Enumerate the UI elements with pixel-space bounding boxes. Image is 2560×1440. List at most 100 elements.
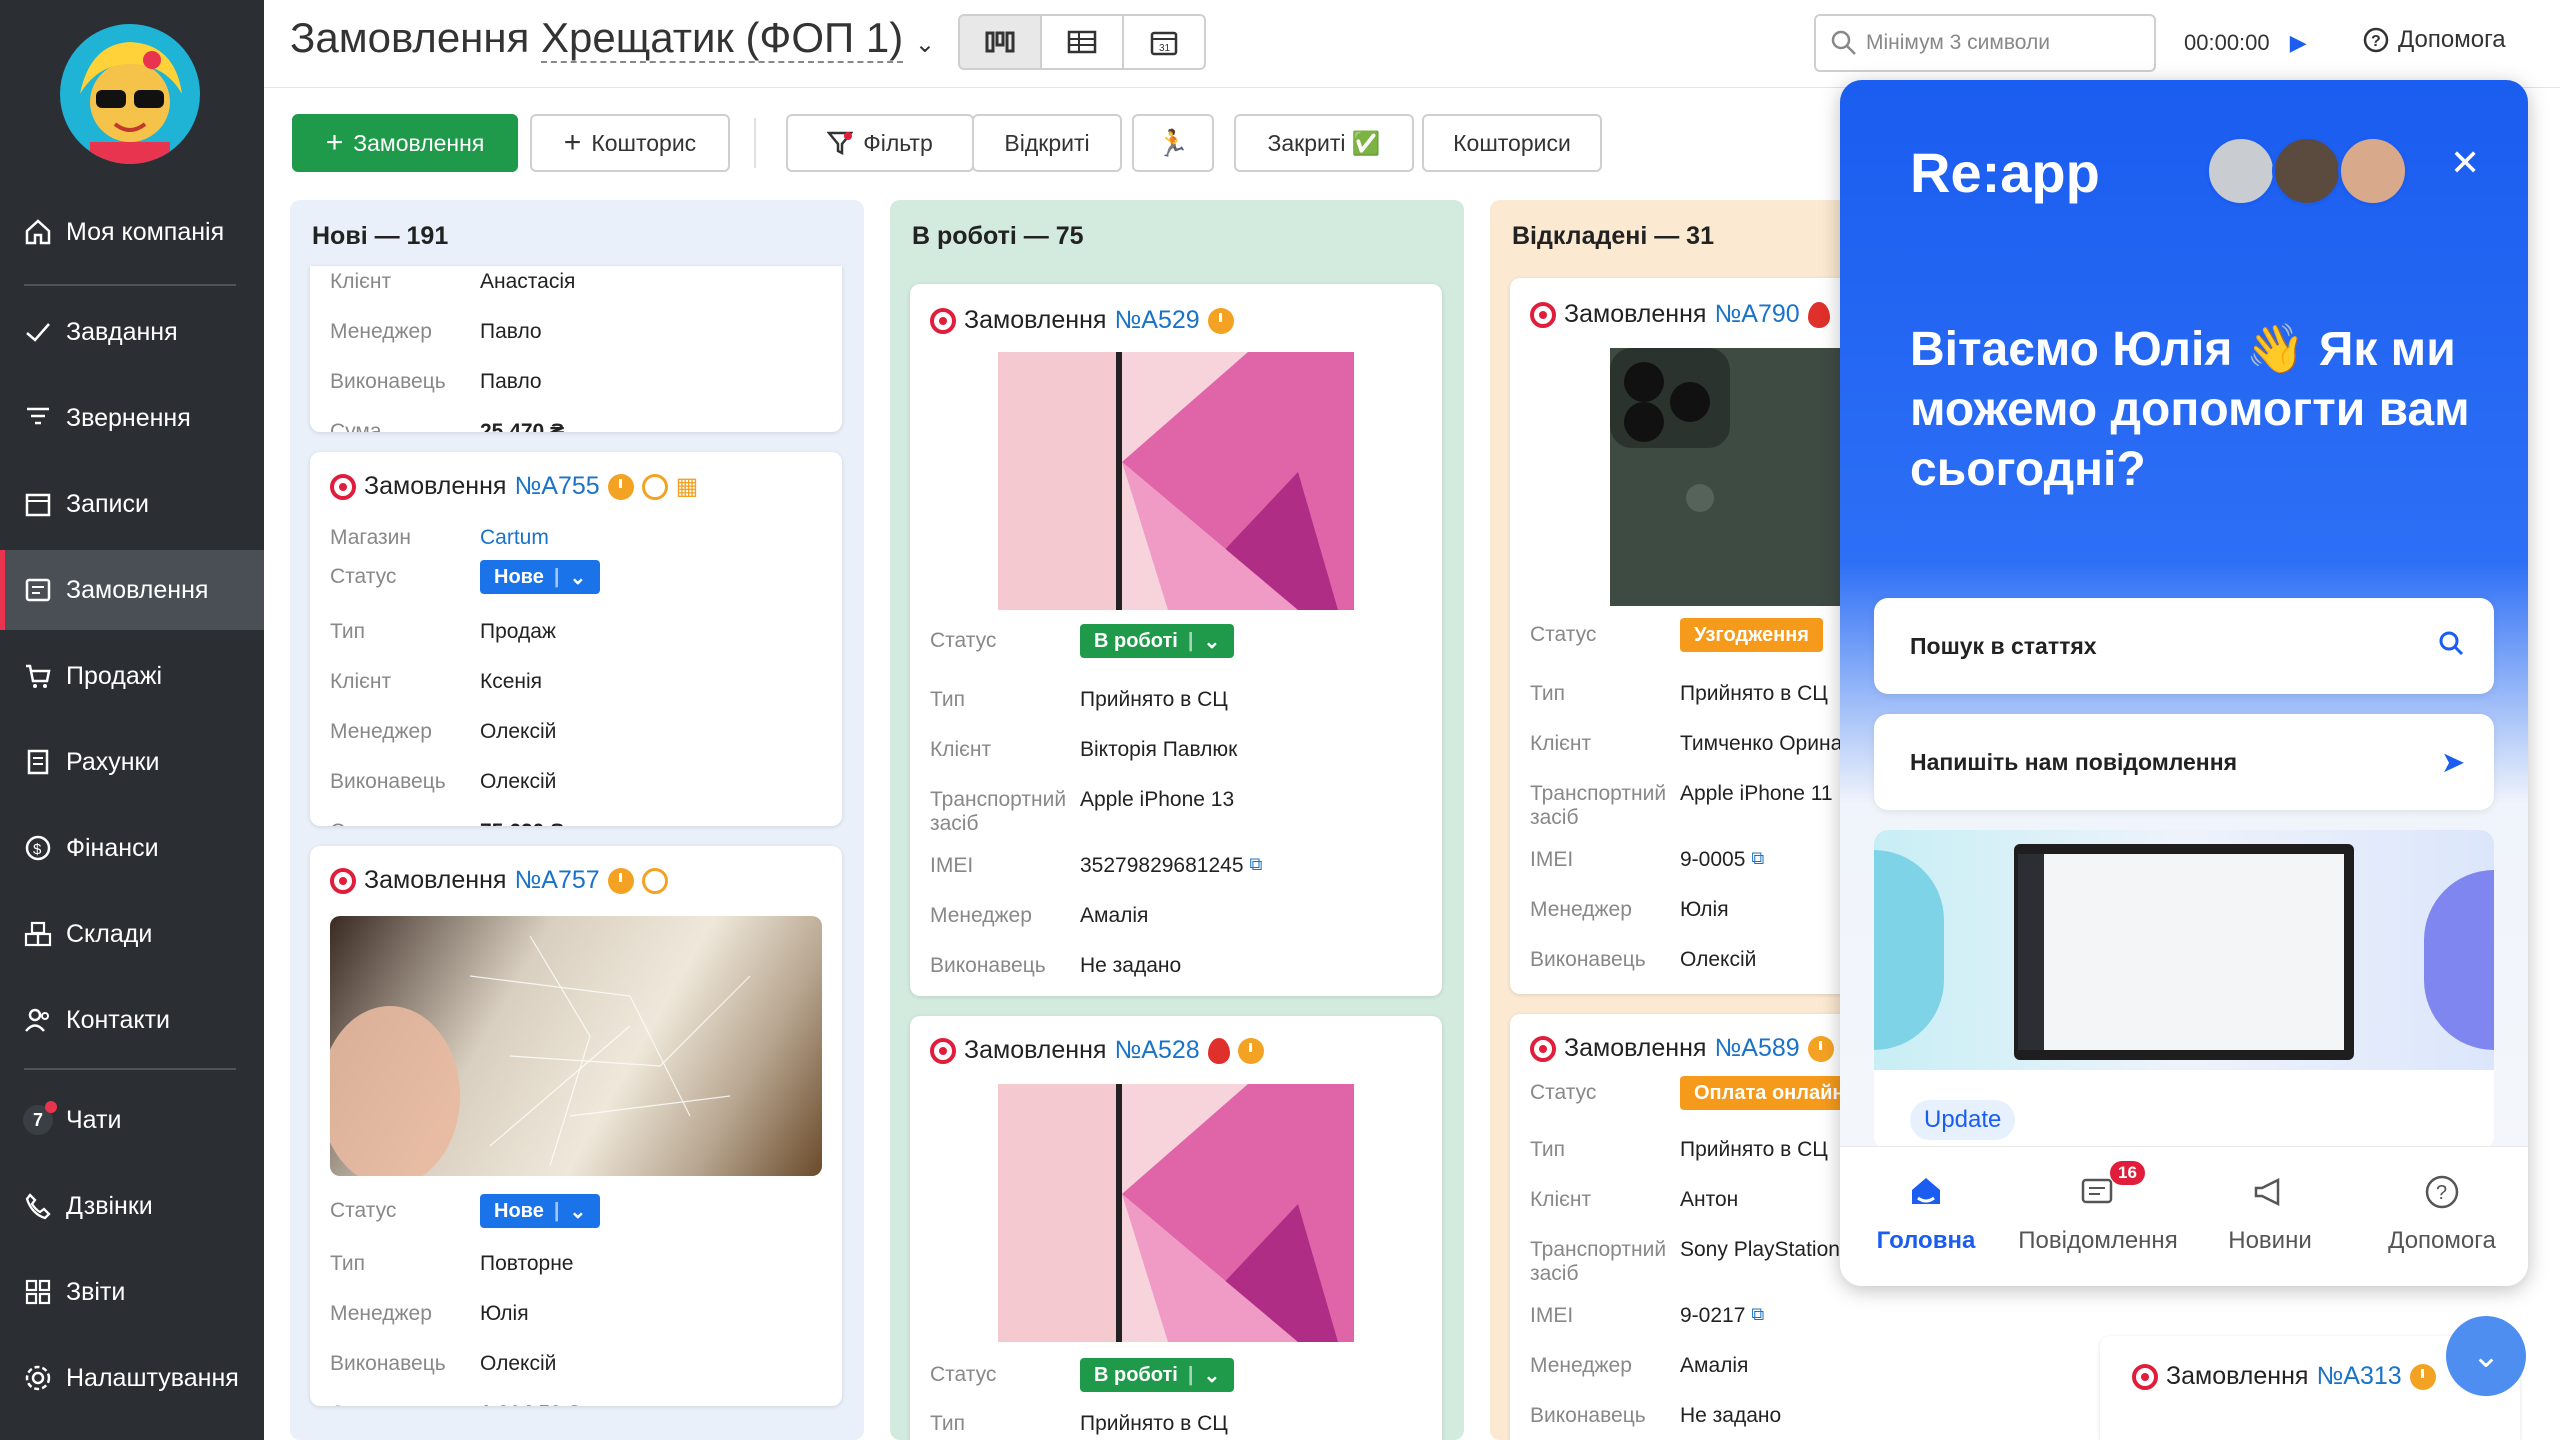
runner-icon: 🏃 [1156, 127, 1190, 158]
company-logo[interactable] [60, 24, 200, 164]
phone-icon [22, 1190, 54, 1222]
sidebar-item-7[interactable]: $ Фінанси [0, 808, 264, 888]
new-estimate-button[interactable]: + Кошторис [530, 114, 730, 172]
iphone-product-photo[interactable] [998, 352, 1354, 610]
search-icon [1831, 30, 1856, 55]
orders-icon [22, 574, 54, 606]
sidebar-item-11[interactable]: Дзвінки [0, 1166, 264, 1246]
megaphone-icon [2254, 1177, 2280, 1207]
field-row: Виконавець Олексій [1530, 948, 1757, 971]
copy-icon[interactable]: ⧉ [1751, 848, 1764, 872]
status-dropdown[interactable]: Оплата онлайн [1680, 1076, 1859, 1110]
chat-tab-bar: Головна 16 Повідомлення Новини? Допомога [1840, 1146, 2528, 1286]
copy-icon[interactable]: ⧉ [1751, 1304, 1764, 1328]
sidebar-item-label: Контакти [66, 1005, 170, 1034]
send-message-button[interactable]: Напишіть нам повідомлення ➤ [1874, 714, 2494, 810]
close-icon[interactable]: ✕ [2450, 142, 2480, 184]
field-row: Тип Прийнято в СЦ [1530, 682, 1828, 705]
cracked-screen-photo[interactable] [330, 916, 822, 1176]
calendar-view-button[interactable]: 31 [1122, 14, 1206, 70]
clock-outline-icon [641, 473, 668, 500]
sidebar-item-8[interactable]: Склади [0, 894, 264, 974]
filter-button[interactable]: Фільтр [786, 114, 974, 172]
sidebar-item-1[interactable]: Завдання [0, 292, 264, 372]
reports-icon [22, 1276, 54, 1308]
chat-tab-0[interactable]: Головна [1840, 1167, 2012, 1255]
estimates-filter-button[interactable]: Кошториси [1422, 114, 1602, 172]
search-articles-button[interactable]: Пошук в статтях [1874, 598, 2494, 694]
cart-icon [22, 660, 54, 692]
chat-tab-2[interactable]: Новини [2184, 1167, 2356, 1255]
runner-filter-button[interactable]: 🏃 [1132, 114, 1214, 172]
sidebar-item-12[interactable]: Звіти [0, 1252, 264, 1332]
dollar-icon: $ [22, 832, 54, 864]
sidebar-item-10[interactable]: 7 Чати [0, 1080, 264, 1160]
order-card[interactable]: Клієнт Анастасія Менеджер Павло Виконавець Па… [310, 266, 842, 432]
status-dropdown[interactable]: В роботі | ⌄ [1080, 624, 1235, 658]
clock-outline-icon [641, 867, 668, 894]
field-row: Виконавець Не задано [1530, 1404, 1782, 1427]
support-chat-widget: Re:app ✕ Вітаємо Юлія 👋 Як ми можемо доп… [1840, 80, 2528, 1286]
news-card[interactable]: Update [1874, 830, 2494, 1150]
sidebar-item-5[interactable]: Продажі [0, 636, 264, 716]
clock-icon [1807, 1035, 1834, 1062]
column-title: В роботі — 75 [912, 222, 1084, 250]
play-icon[interactable]: ▶ [2290, 30, 2307, 55]
field-row: Сума75 620 ₴ [330, 820, 830, 826]
iphone-product-photo[interactable] [998, 1084, 1354, 1342]
sidebar-item-13[interactable]: Налаштування [0, 1338, 264, 1418]
target-icon [930, 307, 956, 334]
sidebar-item-6[interactable]: Рахунки [0, 722, 264, 802]
sidebar-item-0[interactable]: Моя компанія [0, 192, 264, 272]
svg-text:$: $ [33, 841, 42, 858]
order-card-a790[interactable]: Замовлення №A790 Статус Узгодження Тип Прий… [1510, 278, 1870, 994]
order-card-a528[interactable]: Замовлення №A528 Статус В роботі | ⌄ Тип Прий… [910, 1016, 1442, 1440]
chat-tab-1[interactable]: 16 Повідомлення [2012, 1161, 2184, 1255]
chat-icon: 7 [22, 1101, 57, 1136]
svg-text:31: 31 [1159, 43, 1171, 54]
field-row: Виконавець Олексій [330, 770, 557, 793]
sidebar-item-2[interactable]: Звернення [0, 378, 264, 458]
open-filter-button[interactable]: Відкриті [972, 114, 1122, 172]
search-icon [2438, 630, 2464, 663]
status-dropdown[interactable]: В роботі | ⌄ [1080, 1358, 1235, 1392]
chevron-down-icon: ⌄ [1203, 630, 1221, 653]
agent-avatar [2338, 136, 2408, 206]
gear-icon [22, 1362, 54, 1394]
sidebar-item-label: Налаштування [66, 1363, 239, 1392]
order-card-a755[interactable]: Замовлення №A755 ▦ Магазин Cartum Статус Нов… [310, 452, 842, 826]
chat-toggle-button[interactable]: ⌄ [2446, 1316, 2526, 1396]
copy-icon[interactable]: ⧉ [1250, 854, 1263, 878]
calendar-icon [22, 488, 54, 520]
sidebar-item-3[interactable]: Записи [0, 464, 264, 544]
send-icon: ➤ [2442, 746, 2464, 777]
sidebar-item-9[interactable]: Контакти [0, 980, 264, 1060]
check-icon [22, 316, 54, 348]
sidebar-item-4[interactable]: Замовлення [0, 550, 264, 630]
kanban-view-button[interactable] [958, 14, 1042, 70]
clock-icon [1207, 307, 1234, 334]
table-view-button[interactable] [1040, 14, 1124, 70]
search-input[interactable]: Мінімум 3 символи [1814, 14, 2156, 72]
help-tab-icon: ? [2425, 1175, 2459, 1209]
field-row: Клієнт Тимченко Орина [1530, 732, 1843, 755]
column-title: Відкладені — 31 [1512, 222, 1714, 250]
chevron-down-icon[interactable]: ⌄ [915, 31, 935, 58]
fire-icon [1807, 301, 1830, 328]
order-card-a757[interactable]: Замовлення №A757 Статус Нове | ⌄ Тип Повторне… [310, 846, 842, 1406]
status-dropdown[interactable]: Узгодження [1680, 618, 1823, 652]
sidebar-item-label: Моя компанія [66, 217, 225, 246]
status-dropdown[interactable]: Нове | ⌄ [480, 1194, 601, 1228]
closed-filter-button[interactable]: Закриті ✅ [1234, 114, 1414, 172]
agent-avatar [2206, 136, 2276, 206]
iphone-11-photo[interactable] [1610, 348, 1870, 606]
new-order-button[interactable]: + Замовлення [292, 114, 518, 172]
order-card-a589[interactable]: Замовлення №A589 Статус Оплата онлайн Тип П… [1510, 1014, 1870, 1440]
help-button[interactable]: ? Допомога [2362, 26, 2506, 54]
store-selector[interactable]: Хрещатик (ФОП 1) [540, 14, 904, 63]
field-row: Тип Продаж [330, 620, 556, 643]
column-new: Нові — 191 Клієнт Анастасія Менеджер Павло В… [290, 200, 864, 1440]
status-dropdown[interactable]: Нове | ⌄ [480, 560, 601, 594]
chat-tab-3[interactable]: ? Допомога [2356, 1167, 2528, 1255]
order-card-a529[interactable]: Замовлення №A529 Статус В роботі | ⌄ Тип Прий… [910, 284, 1442, 996]
